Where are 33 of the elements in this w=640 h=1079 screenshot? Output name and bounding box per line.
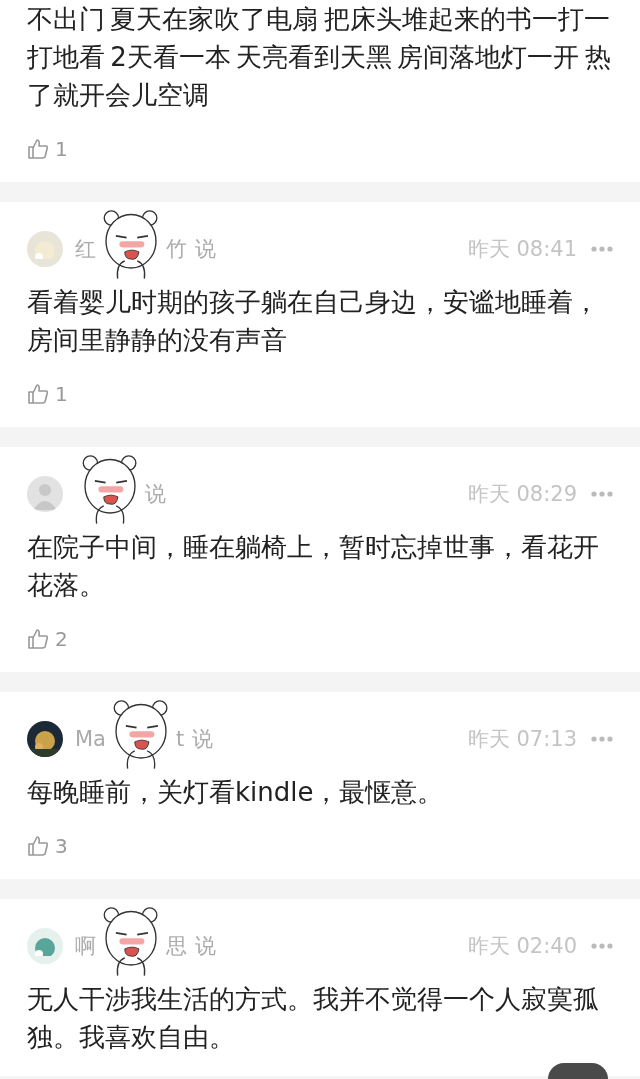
- comment-text: 看着婴儿时期的孩子躺在自己身边，安谧地睡着，房间里静静的没有声音: [27, 286, 600, 357]
- thumbs-up-icon[interactable]: [27, 383, 49, 405]
- said-label: 说: [195, 933, 216, 960]
- thumbs-up-icon[interactable]: [27, 628, 49, 650]
- like-count: 3: [55, 834, 68, 858]
- comment-time: 昨天 07:13: [467, 726, 577, 753]
- thumbs-up-icon[interactable]: [27, 835, 49, 857]
- avatar-icon: [27, 476, 63, 512]
- comment-time: 昨天 08:29: [467, 481, 577, 508]
- comment-text: 不出门 夏天在家吹了电扇 把床头堆起来的书一打一打地看 2天看一本 天亮看到天黑 房间落地灯一开 热了就开会儿空调: [27, 3, 612, 112]
- user-name[interactable]: 红: [75, 235, 96, 263]
- floating-button[interactable]: [548, 1063, 608, 1079]
- user-name[interactable]: Ma: [75, 727, 106, 751]
- thumbs-up-icon[interactable]: [27, 138, 49, 160]
- comment-time: 昨天 08:41: [467, 236, 577, 263]
- comment-time: 昨天 02:40: [467, 933, 577, 960]
- said-label: 说: [195, 236, 216, 263]
- more-icon[interactable]: [591, 943, 613, 949]
- more-icon[interactable]: [591, 491, 613, 497]
- user-name[interactable]: 啊: [75, 932, 96, 960]
- comment-text: 每晚睡前，关灯看kindle，最惬意。: [27, 776, 445, 809]
- user-name[interactable]: 思: [166, 932, 187, 960]
- comment-text: 无人干涉我生活的方式。我并不觉得一个人寂寞孤独。我喜欢自由。: [27, 983, 600, 1054]
- more-icon[interactable]: [591, 246, 613, 252]
- user-name[interactable]: t: [176, 727, 185, 751]
- said-label: 说: [192, 726, 214, 753]
- comment-text: 在院子中间，睡在躺椅上，暂时忘掉世事，看花开花落。: [27, 531, 600, 602]
- like-count: 1: [55, 382, 68, 406]
- user-name[interactable]: 竹: [166, 235, 187, 263]
- more-icon[interactable]: [591, 736, 613, 742]
- said-label: 说: [145, 481, 166, 508]
- like-count: 1: [55, 137, 68, 161]
- like-count: 2: [55, 627, 68, 651]
